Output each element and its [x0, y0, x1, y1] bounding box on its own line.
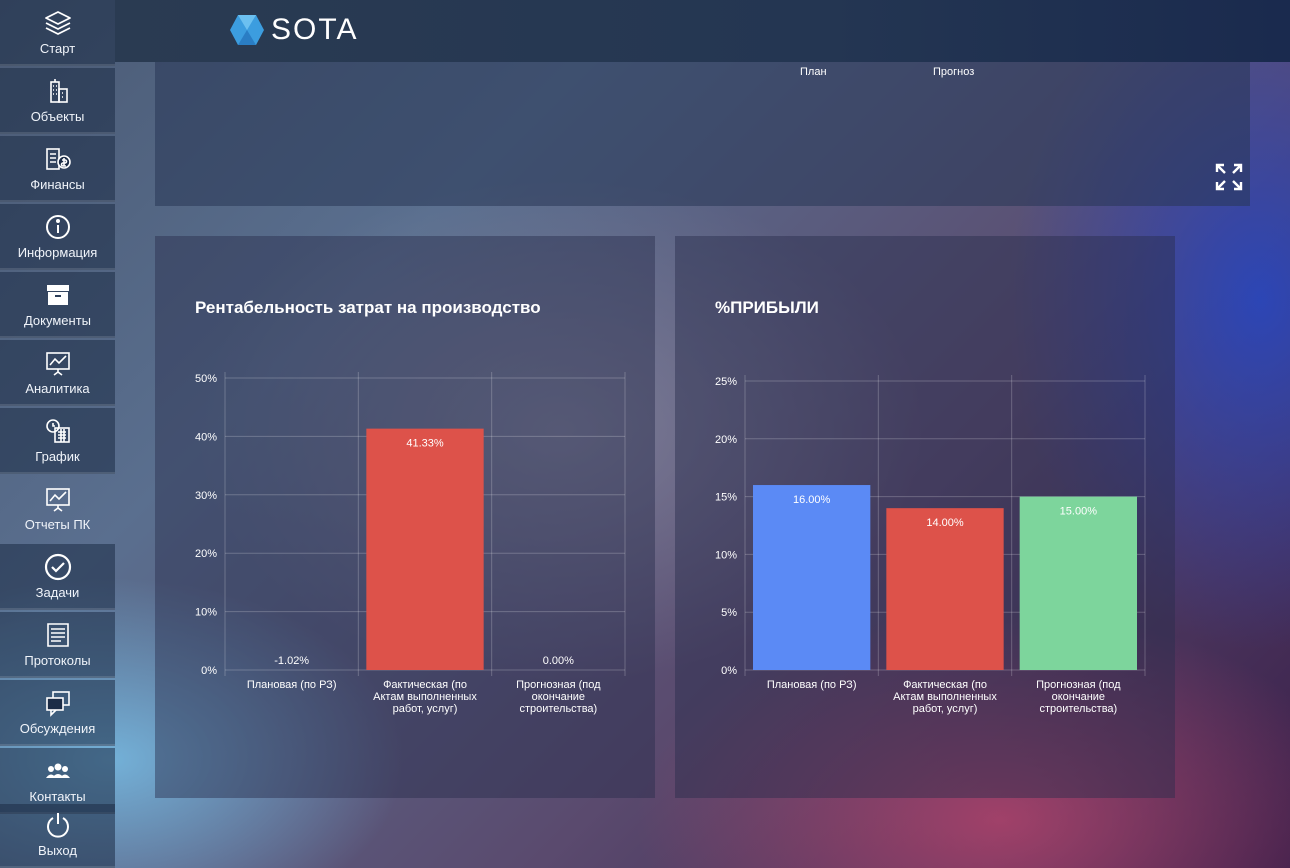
contacts-group-icon	[43, 756, 73, 786]
document-list-icon	[43, 620, 73, 650]
y-tick-label: 20%	[715, 434, 737, 446]
y-tick-label: 40%	[195, 431, 217, 443]
check-circle-icon	[43, 552, 73, 582]
bar	[753, 485, 871, 670]
x-tick-label: Прогнозная (под окончание строительства)	[1036, 679, 1121, 715]
logo-text: SOTA	[271, 13, 359, 46]
logo[interactable]: SOTA	[229, 13, 358, 47]
sidebar-item-information[interactable]: Информация	[0, 204, 115, 270]
y-tick-label: 0%	[201, 665, 217, 677]
sidebar-item-label: Задачи	[35, 585, 80, 600]
y-tick-label: 20%	[195, 548, 217, 560]
sidebar-item-objects[interactable]: Объекты	[0, 68, 115, 134]
report-board-icon	[43, 484, 73, 514]
data-label: 14.00%	[926, 517, 964, 529]
sidebar-item-start[interactable]: Старт	[0, 0, 115, 66]
buildings-icon	[43, 76, 73, 106]
sidebar-item-label: Документы	[23, 313, 91, 328]
sidebar-item-label: Объекты	[30, 109, 85, 124]
x-tick-label: Фактическая (по Актам выполненных работ, у…	[893, 679, 997, 715]
y-tick-label: 5%	[721, 607, 737, 619]
y-tick-label: 50%	[195, 373, 217, 385]
sidebar-item-label: Контакты	[29, 789, 86, 804]
sidebar: Старт Объекты Финансы Информация Докумен…	[0, 0, 115, 868]
data-label: 16.00%	[793, 494, 831, 506]
sidebar-item-tasks[interactable]: Задачи	[0, 544, 115, 610]
chat-windows-icon	[43, 688, 73, 718]
y-tick-label: 10%	[195, 607, 217, 619]
bar	[366, 428, 484, 670]
x-tick-label: Плановая (по РЗ)	[247, 679, 337, 691]
y-tick-label: 15%	[715, 492, 737, 504]
expand-button[interactable]	[1214, 162, 1244, 192]
y-tick-label: 25%	[715, 376, 737, 388]
presentation-chart-icon	[43, 348, 73, 378]
sidebar-item-discussions[interactable]: Обсуждения	[0, 680, 115, 746]
sidebar-item-finance[interactable]: Финансы	[0, 136, 115, 202]
header: SOTA	[115, 0, 1290, 62]
data-label: 41.33%	[406, 438, 444, 450]
x-tick-label: Фактическая (по Актам выполненных работ, у…	[373, 679, 477, 715]
sidebar-item-label: Информация	[17, 245, 98, 260]
bar	[886, 508, 1004, 670]
sidebar-item-label: Финансы	[30, 177, 85, 192]
data-label: 15.00%	[1060, 506, 1098, 518]
sidebar-item-documents[interactable]: Документы	[0, 272, 115, 338]
power-icon	[43, 810, 73, 840]
layers-icon	[43, 8, 73, 38]
sidebar-item-schedule[interactable]: График	[0, 408, 115, 474]
sidebar-item-label: График	[35, 449, 80, 464]
legend-item-forecast: Прогноз	[933, 66, 975, 78]
y-tick-label: 10%	[715, 549, 737, 561]
legend-item-plan: План	[800, 66, 827, 78]
archive-box-icon	[43, 280, 73, 310]
x-tick-label: Прогнозная (под окончание строительства)	[516, 679, 601, 715]
x-tick-label: Плановая (по РЗ)	[767, 679, 857, 691]
sidebar-item-protocols[interactable]: Протоколы	[0, 612, 115, 678]
y-tick-label: 30%	[195, 490, 217, 502]
chart-panel-cost-profitability: Рентабельность затрат на производство 0%…	[155, 236, 655, 798]
sidebar-item-label: Протоколы	[24, 653, 91, 668]
sota-logo-icon	[230, 15, 264, 45]
sidebar-item-label: Аналитика	[25, 381, 90, 396]
sidebar-item-label: Выход	[38, 843, 77, 858]
data-label: -1.02%	[274, 655, 309, 667]
y-tick-label: 0%	[721, 665, 737, 677]
sidebar-item-label: Обсуждения	[19, 721, 96, 736]
sidebar-item-analytics[interactable]: Аналитика	[0, 340, 115, 406]
expand-icon	[1215, 163, 1243, 191]
chart-panel-profit-percent: %ПРИБЫЛИ 0% 5% 10% 15% 20% 25% 16.00% Плановая …	[675, 236, 1175, 798]
sidebar-item-logout[interactable]: Выход	[0, 804, 115, 868]
sidebar-item-label: Отчеты ПК	[24, 517, 91, 532]
finance-icon	[43, 144, 73, 174]
bar-chart-profit-percent: 0% 5% 10% 15% 20% 25% 16.00% Плановая (по РЗ) 14…	[715, 375, 1146, 715]
bar	[1019, 496, 1137, 670]
info-icon	[43, 212, 73, 242]
data-label: 0.00%	[543, 655, 574, 667]
bar-chart-cost-profitability: 0% 10% 20% 30% 40% 50% -1.02% Плановая (по РЗ) 4…	[195, 372, 626, 715]
top-chart-panel: План Прогноз	[155, 62, 1250, 206]
sidebar-item-pk-reports[interactable]: Отчеты ПК	[0, 476, 115, 542]
calendar-clock-icon	[43, 416, 73, 446]
sidebar-item-label: Старт	[39, 41, 76, 56]
